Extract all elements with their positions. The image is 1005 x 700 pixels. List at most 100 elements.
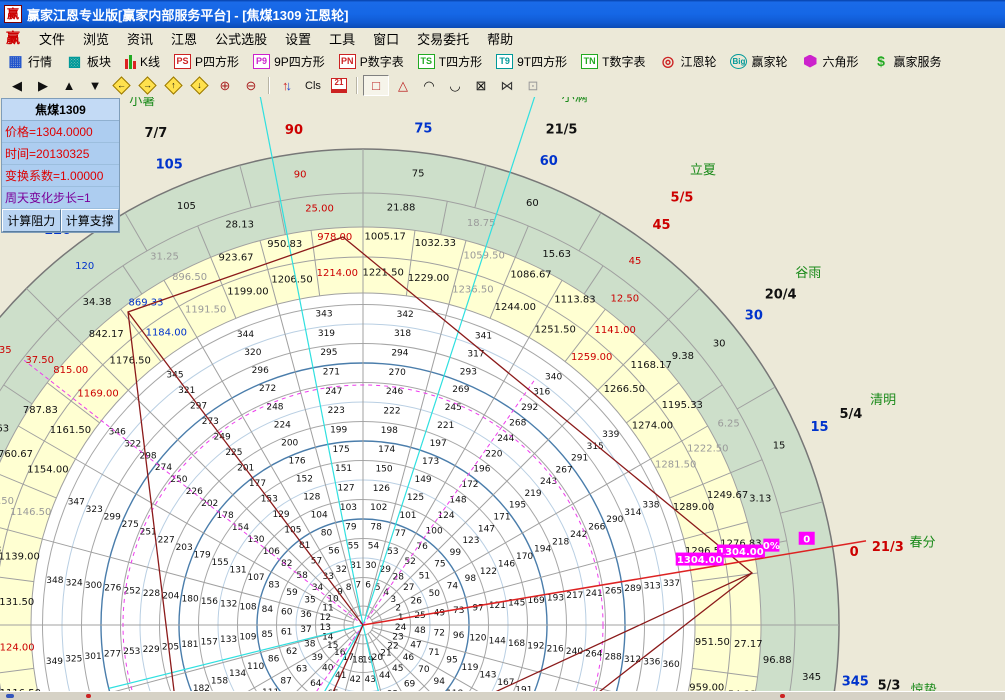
svg-text:24: 24 (395, 623, 407, 633)
svg-text:269: 269 (452, 385, 469, 395)
svg-text:62: 62 (286, 647, 297, 657)
svg-text:342: 342 (397, 310, 414, 320)
menu-item-trade[interactable]: 交易委托 (408, 27, 478, 50)
draw-tool-pan-up[interactable]: ↑ (161, 76, 185, 95)
svg-text:324: 324 (66, 578, 83, 588)
toolbar-button-t-table[interactable]: TNT数字表 (574, 51, 652, 72)
draw-tool-tool-arc-up[interactable]: ◠ (417, 76, 441, 95)
draw-tool-tool-arc-down[interactable]: ◡ (443, 76, 467, 95)
draw-tool-tool-screen[interactable]: ⊡ (521, 76, 545, 95)
draw-tool-tool-converge[interactable]: ⋈ (495, 76, 519, 95)
menu-item-window[interactable]: 窗口 (364, 27, 408, 50)
draw-tool-tool-square[interactable]: □ (363, 75, 389, 96)
t-table-icon: TN (581, 54, 598, 69)
draw-tool-zoom-in[interactable]: ⊕ (213, 76, 237, 95)
svg-text:27: 27 (403, 583, 414, 593)
draw-tool-nav-up[interactable]: ▲ (57, 76, 81, 95)
svg-text:270: 270 (389, 368, 406, 378)
menu-item-help[interactable]: 帮助 (478, 27, 522, 50)
svg-text:1005.17: 1005.17 (365, 232, 406, 243)
menu-item-gann[interactable]: 江恩 (162, 27, 206, 50)
toolbar-button-sector[interactable]: ▩板块 (59, 51, 118, 72)
svg-text:1251.50: 1251.50 (534, 324, 575, 335)
toolbar-button-winner-wheel[interactable]: Big赢家轮 (723, 51, 794, 72)
svg-text:815.00: 815.00 (53, 365, 88, 376)
svg-text:218: 218 (552, 537, 569, 547)
menu-item-tools[interactable]: 工具 (320, 27, 364, 50)
svg-text:265: 265 (605, 586, 622, 596)
menu-item-formula-stock[interactable]: 公式选股 (206, 27, 276, 50)
svg-text:296: 296 (252, 366, 269, 376)
svg-text:9.38: 9.38 (672, 351, 694, 362)
toolbar-button-kline[interactable]: K线 (118, 51, 167, 72)
svg-text:194: 194 (534, 545, 551, 555)
draw-tool-nav-right[interactable]: ▶ (31, 76, 55, 95)
toolbar-button-hexagon[interactable]: 六角形 (795, 51, 866, 72)
draw-tool-pan-right[interactable]: → (135, 76, 159, 95)
market-icon: ▦ (7, 54, 24, 69)
svg-text:293: 293 (460, 367, 477, 377)
svg-text:109: 109 (239, 633, 256, 643)
menu-item-browse[interactable]: 浏览 (74, 27, 118, 50)
svg-text:立夏: 立夏 (690, 163, 716, 178)
svg-text:175: 175 (333, 445, 350, 455)
svg-text:61: 61 (281, 628, 292, 638)
svg-text:85: 85 (262, 630, 273, 640)
svg-text:315: 315 (587, 442, 604, 452)
svg-text:199: 199 (330, 426, 347, 436)
toolbar-button-market[interactable]: ▦行情 (0, 51, 59, 72)
draw-tool-tool-triangle[interactable]: △ (391, 76, 415, 95)
toolbar-button-gann-wheel[interactable]: ◎江恩轮 (652, 51, 723, 72)
svg-text:277: 277 (104, 650, 121, 660)
draw-tool-pan-left[interactable]: ← (109, 76, 133, 95)
gann-wheel-chart[interactable]: 1234567891011121314151617181920212223242… (0, 97, 1005, 699)
p-table-label: P数字表 (360, 53, 404, 70)
svg-text:26: 26 (411, 596, 423, 606)
svg-text:120: 120 (75, 261, 94, 272)
svg-text:288: 288 (605, 652, 622, 662)
svg-text:222: 222 (383, 406, 400, 416)
svg-text:349: 349 (46, 657, 63, 667)
svg-text:264: 264 (585, 650, 602, 660)
toolbar-button-t-square[interactable]: TST四方形 (411, 51, 489, 72)
svg-text:21/5: 21/5 (546, 123, 578, 138)
svg-text:320: 320 (244, 348, 261, 358)
draw-tool-pan-down[interactable]: ↓ (187, 76, 211, 95)
toolbar-button-9t-square[interactable]: T99T四方形 (489, 51, 574, 72)
svg-text:60: 60 (526, 198, 539, 209)
menu-item-news[interactable]: 资讯 (118, 27, 162, 50)
toolbar-button-service[interactable]: $赢家服务 (866, 51, 949, 72)
hexagon-label: 六角形 (823, 53, 859, 70)
svg-text:1222.50: 1222.50 (687, 444, 728, 455)
draw-tool-calendar[interactable]: 21 (327, 76, 351, 95)
svg-text:0: 0 (803, 534, 810, 545)
toolbar-button-9p-square[interactable]: P99P四方形 (246, 51, 332, 72)
draw-tool-tool-box-x[interactable]: ⊠ (469, 76, 493, 95)
gann-wheel-label: 江恩轮 (680, 53, 716, 70)
draw-tool-nav-left[interactable]: ◀ (5, 76, 29, 95)
svg-text:96: 96 (453, 631, 465, 641)
draw-tool-zoom-out[interactable]: ⊖ (239, 76, 263, 95)
calc-support-button[interactable]: 计算支撑 (61, 209, 120, 232)
sector-icon: ▩ (66, 54, 83, 69)
svg-text:51: 51 (419, 571, 430, 581)
svg-text:59: 59 (286, 588, 298, 598)
svg-text:1161.50: 1161.50 (50, 425, 91, 436)
menu-item-file[interactable]: 文件 (30, 27, 74, 50)
svg-text:1304.00: 1304.00 (718, 547, 764, 558)
svg-text:144: 144 (489, 636, 506, 646)
toolbar-button-p-square[interactable]: PSP四方形 (167, 51, 246, 72)
svg-text:196: 196 (473, 465, 490, 475)
menu-item-settings[interactable]: 设置 (276, 27, 320, 50)
toolbar-button-p-table[interactable]: PNP数字表 (332, 51, 411, 72)
draw-tool-cls[interactable]: Cls (301, 76, 325, 95)
svg-text:150: 150 (375, 464, 392, 474)
draw-tool-nav-down[interactable]: ▼ (83, 76, 107, 95)
svg-text:360: 360 (663, 660, 680, 670)
svg-text:63: 63 (296, 665, 307, 675)
gann-wheel-svg: 1234567891011121314151617181920212223242… (0, 97, 1005, 699)
draw-tool-updown-marks[interactable]: ↑↓ (275, 76, 299, 95)
svg-text:131: 131 (229, 565, 246, 575)
calc-resistance-button[interactable]: 计算阻力 (2, 209, 61, 232)
svg-text:0: 0 (850, 545, 859, 560)
